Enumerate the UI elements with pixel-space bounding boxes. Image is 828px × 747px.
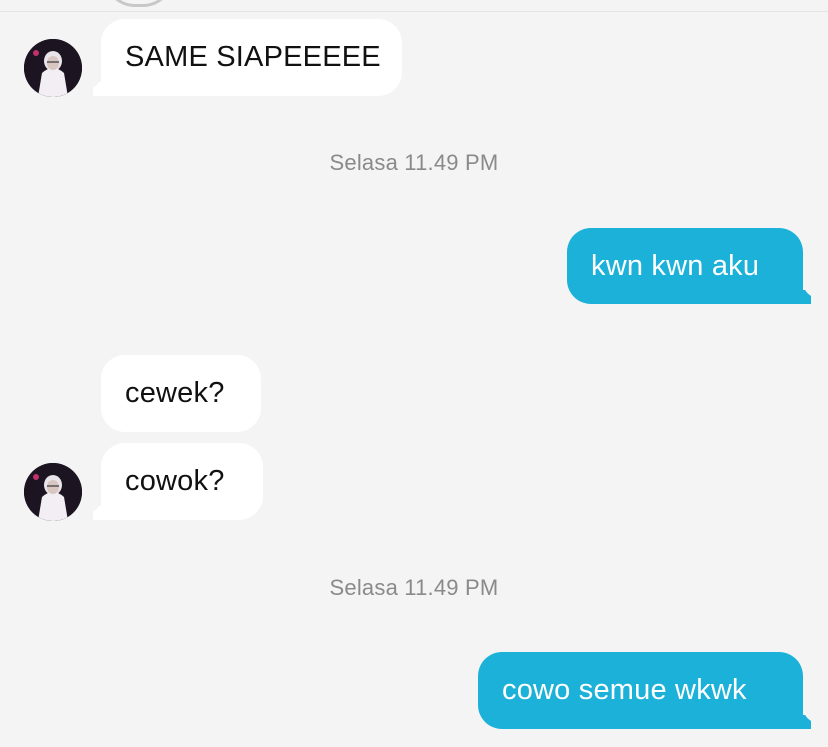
contact-avatar-icon <box>24 39 82 97</box>
incoming-message[interactable]: cowok? <box>101 443 263 520</box>
bubble-tail <box>85 498 107 520</box>
bubble-tail <box>797 707 819 729</box>
outgoing-message[interactable]: kwn kwn aku <box>567 228 803 304</box>
incoming-message[interactable]: cewek? <box>101 355 261 432</box>
message-text: cewek? <box>125 377 225 409</box>
contact-avatar-icon <box>24 463 82 521</box>
partial-avatar-outline <box>104 0 174 7</box>
chat-thread[interactable]: SAME SIAPEEEEE Selasa 11.49 PM kwn kwn a… <box>0 0 828 747</box>
outgoing-message[interactable]: cowo semue wkwk <box>478 652 803 729</box>
bubble-tail <box>85 74 107 96</box>
timestamp: Selasa 11.49 PM <box>329 150 499 175</box>
message-text: cowo semue wkwk <box>502 674 747 706</box>
contact-avatar[interactable] <box>24 463 82 521</box>
message-text: cowok? <box>125 465 225 497</box>
message-text: kwn kwn aku <box>591 249 760 282</box>
timestamp: Selasa 11.49 PM <box>329 575 499 600</box>
message-text: SAME SIAPEEEEE <box>125 41 381 73</box>
bubble-tail <box>797 282 819 304</box>
previous-content-fragment <box>0 0 828 20</box>
contact-avatar[interactable] <box>24 39 82 97</box>
divider <box>0 11 828 12</box>
incoming-message[interactable]: SAME SIAPEEEEE <box>101 19 402 96</box>
